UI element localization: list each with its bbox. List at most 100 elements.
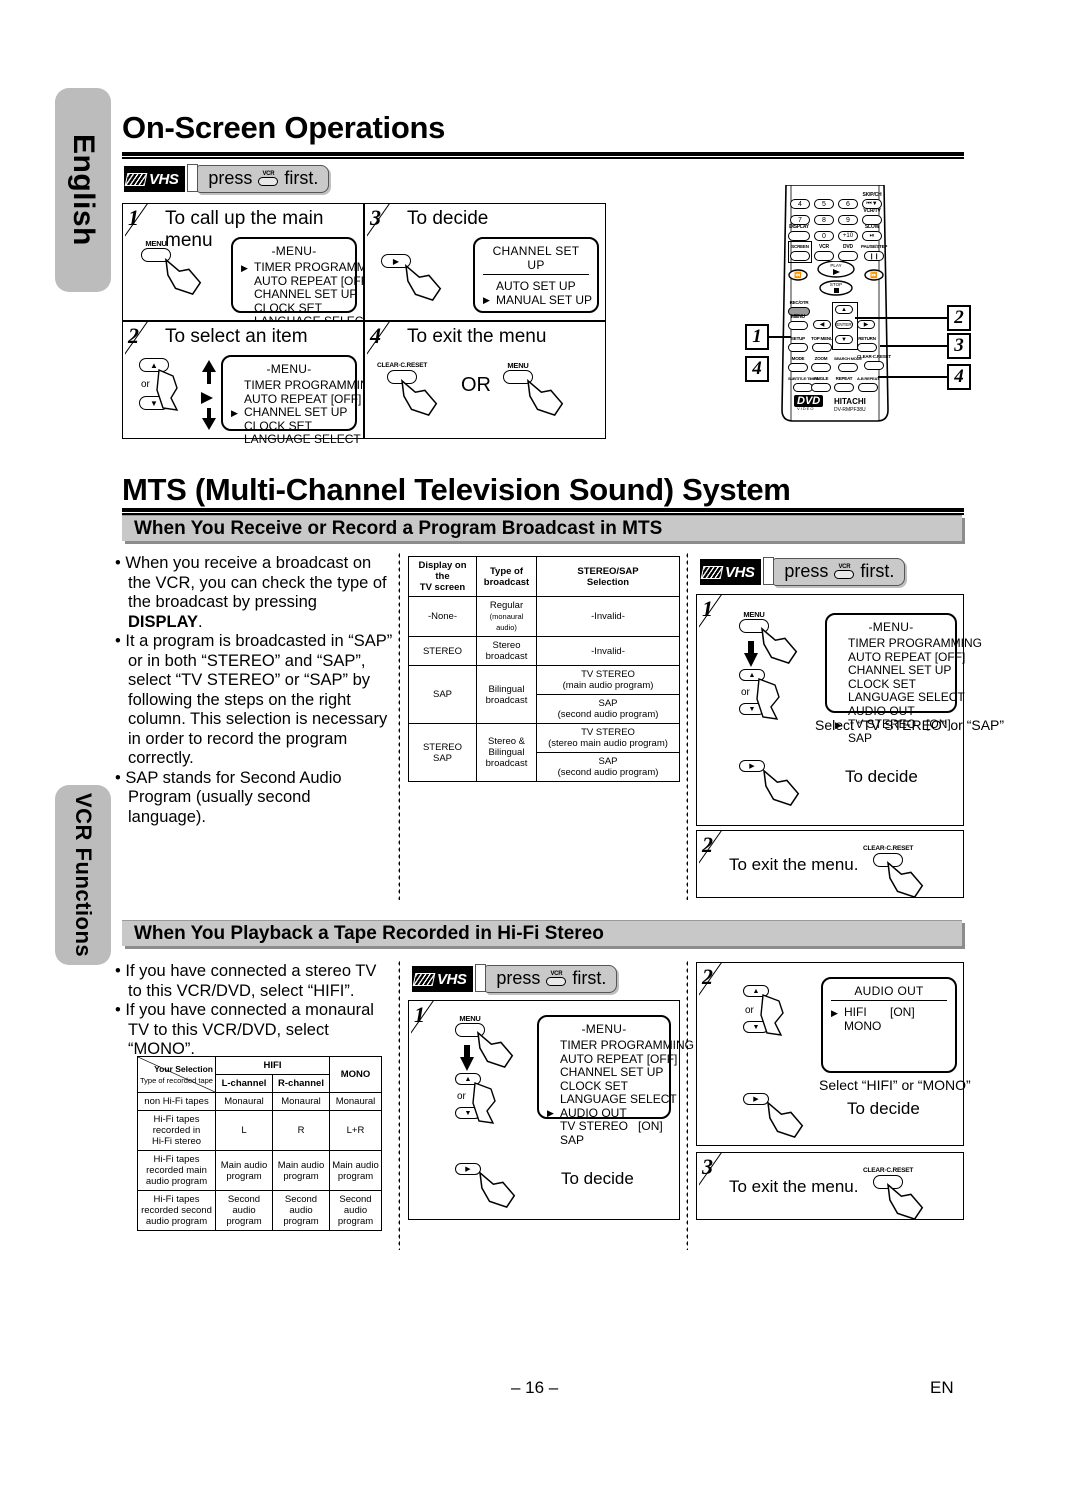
hand-pointer-icon	[760, 626, 798, 665]
corner-diagonal-icon	[138, 1057, 215, 1092]
osd-item: LANGUAGE SELECT	[560, 1092, 677, 1106]
vhs-logo-label: VHS	[725, 563, 755, 581]
remote-key-9[interactable]: 9	[838, 215, 858, 225]
remote-model: DV-RMPF38U	[834, 407, 866, 413]
press-instruction: press VCR first.	[475, 964, 618, 993]
dvd-video-sublabel: VIDEO	[797, 406, 815, 411]
osd-title: -MENU-	[868, 620, 914, 634]
column-separator-4	[686, 960, 688, 1250]
hand-pointer-icon	[766, 1100, 804, 1139]
table-row: Hi-Fi tapes recorded main audio program …	[137, 1150, 382, 1191]
mts-step-panel-2: 2 To exit the menu. CLEAR·C.RESET	[696, 830, 964, 899]
hifi-step-panel-2: 2 ▲ or ▼ AUDIO OUT HIFI [ON] MONO Select…	[696, 962, 971, 1146]
remote-key-zoom[interactable]: ZOOM	[811, 355, 831, 372]
first-word: first.	[572, 968, 607, 988]
select-note: Select “HIFI” or “MONO”	[819, 1077, 971, 1093]
remote-key-right[interactable]: ▶	[857, 320, 875, 329]
cell-r: R	[272, 1110, 330, 1151]
hifi-playback-table: Your Selection Type of recorded tape HIF…	[137, 1056, 382, 1231]
remote-key-clear-creset[interactable]: CLEAR·C.RESET	[857, 353, 891, 370]
cell-selection: -Invalid-	[536, 596, 680, 637]
remote-key-topmenu[interactable]: TOP MENU	[811, 335, 833, 352]
clear-creset-label: CLEAR·C.RESET	[863, 1167, 914, 1174]
hand-pointer-icon	[762, 768, 800, 807]
step-title-4: To exit the menu	[407, 326, 547, 347]
remote-key-return[interactable]: RETURN	[857, 335, 877, 352]
side-tab-english-label: English	[67, 134, 100, 246]
remote-key-left[interactable]: ◀	[813, 320, 831, 329]
col-selection: STEREO/SAP Selection	[536, 556, 680, 597]
cell-selection: -Invalid-	[536, 636, 680, 666]
remote-key-angle[interactable]: ANGLE	[811, 375, 831, 392]
hand-pointer-icon	[756, 678, 780, 720]
remote-key-4[interactable]: 4	[790, 199, 810, 209]
remote-key-6[interactable]: 6	[838, 199, 858, 209]
osd-item: MANUAL SET UP	[483, 293, 592, 307]
col-r-channel: R-channel	[272, 1074, 330, 1093]
remote-key-display[interactable]: DISPLAY	[788, 223, 810, 241]
remote-key-ab-repeat[interactable]: A-B REPEAT	[857, 375, 879, 392]
osd-menu: -MENU- TIMER PROGRAMMING AUTO REPEAT [OF…	[825, 613, 982, 744]
hand-pointer-icon	[476, 1030, 514, 1069]
press-word: press	[784, 561, 829, 581]
remote-transport-cluster[interactable]: PLAY STOP ⏪ ⏩	[788, 261, 884, 297]
cell-display: STEREO	[408, 636, 477, 666]
footer-language-code: EN	[930, 1378, 954, 1397]
col-type: Type of broadcast	[476, 556, 537, 597]
press-instruction: press VCR first.	[763, 557, 906, 586]
updown-arrows-icon	[201, 360, 216, 430]
cell-tape-type: Hi-Fi tapes recorded main audio program	[137, 1150, 216, 1191]
press-vcr-first-badge-1: VHS press VCR first.	[124, 164, 330, 193]
hand-pointer-icon	[164, 257, 202, 296]
vcr-key-icon: VCR	[546, 971, 567, 986]
hifi-subsection-band: When You Playback a Tape Recorded in Hi-…	[122, 920, 962, 946]
callout-line-2	[855, 317, 947, 319]
osd-item: AUTO REPEAT [OFF]	[848, 649, 966, 664]
mts-title-rule	[122, 508, 964, 515]
step-number-2: 2	[128, 323, 139, 348]
remote-key-mode[interactable]: MODE	[788, 355, 808, 372]
osd-item: CLOCK SET	[848, 676, 917, 691]
remote-key-menu[interactable]: MENU	[788, 313, 808, 330]
osd-item: MONO	[844, 1018, 882, 1033]
remote-key-slow[interactable]: SLOW ⏯	[862, 223, 882, 241]
remote-key-screen[interactable]: SCREEN	[788, 241, 812, 263]
remote-key-8[interactable]: 8	[814, 215, 834, 225]
hand-pointer-icon	[400, 378, 438, 417]
osd-item: AUDIO OUT	[848, 703, 915, 718]
osd-item: TIMER PROGRAMMING	[244, 378, 378, 392]
remote-key-setup[interactable]: SETUP	[788, 335, 808, 352]
remote-key-pausestep[interactable]: PAUSE/STEP ❙❙	[861, 243, 887, 261]
col-l-channel: L-channel	[215, 1074, 273, 1093]
remote-key-vcr[interactable]: VCR	[814, 243, 834, 261]
decide-label: To decide	[847, 1099, 920, 1118]
vhs-logo: VHS	[412, 966, 474, 992]
callout-line-1	[769, 336, 791, 338]
mts-band-label: When You Receive or Record a Program Bro…	[134, 517, 663, 539]
table-row: STEREO SAP Stereo & Bilingual broadcast …	[408, 723, 680, 782]
column-separator-1	[398, 552, 400, 900]
remote-key-dvd[interactable]: DVD	[838, 243, 858, 261]
or-label: or	[141, 379, 150, 390]
vhs-tape-icon	[700, 565, 724, 579]
cell-selection: SAP (second audio program)	[536, 694, 680, 724]
table-row: -None- Regular (monaural audio) -Invalid-	[408, 596, 680, 637]
clear-creset-label: CLEAR·C.RESET	[377, 362, 428, 369]
down-arrow-icon	[744, 641, 758, 667]
step-panel-2: 2 To select an item ▲ or ▼ -MENU- TIMER …	[122, 321, 378, 446]
press-word: press	[208, 168, 253, 188]
remote-brand: HITACHI	[834, 397, 866, 406]
select-note: Select “TV STEREO” or “SAP”	[815, 717, 1005, 733]
press-word: press	[496, 968, 541, 988]
remote-key-5[interactable]: 5	[814, 199, 834, 209]
or-separator: OR	[461, 374, 491, 396]
remote-key-plus10[interactable]: +10	[838, 231, 858, 241]
step-number: 2	[702, 964, 713, 989]
remote-key-repeat[interactable]: REPEAT	[834, 375, 854, 392]
remote-key-0[interactable]: 0	[814, 231, 834, 241]
remote-callout-2: 2	[947, 305, 971, 331]
step-number: 3	[702, 1154, 713, 1179]
step-title-3: To decide	[407, 208, 489, 229]
svg-text:STOP: STOP	[830, 282, 842, 287]
callout-line-3	[880, 345, 947, 347]
